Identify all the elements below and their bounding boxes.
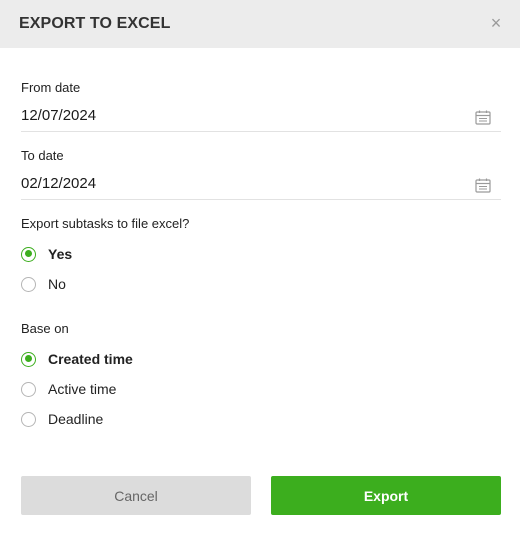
- radio-button[interactable]: [21, 411, 36, 427]
- radio-base-deadline[interactable]: Deadline: [21, 409, 103, 429]
- base-on-label: Base on: [21, 321, 69, 336]
- export-button[interactable]: Export: [271, 476, 501, 515]
- export-dialog: EXPORT TO EXCEL × From date 12/07/2024 T…: [0, 0, 520, 543]
- dialog-title: EXPORT TO EXCEL: [19, 15, 171, 32]
- from-date-field[interactable]: 12/07/2024: [21, 100, 501, 132]
- radio-base-active-time[interactable]: Active time: [21, 379, 116, 399]
- radio-label: Created time: [48, 351, 133, 367]
- radio-button[interactable]: [21, 381, 36, 397]
- radio-button[interactable]: [21, 351, 36, 367]
- radio-subtasks-no[interactable]: No: [21, 274, 66, 294]
- calendar-icon[interactable]: [475, 110, 491, 125]
- radio-label: Yes: [48, 246, 73, 262]
- dialog-header: EXPORT TO EXCEL ×: [0, 0, 520, 48]
- radio-label: Deadline: [48, 411, 104, 427]
- radio-label: No: [48, 276, 66, 292]
- to-date-field[interactable]: 02/12/2024: [21, 168, 501, 200]
- cancel-button[interactable]: Cancel: [21, 476, 251, 515]
- radio-button[interactable]: [21, 246, 36, 262]
- to-date-label: To date: [21, 148, 64, 163]
- from-date-value[interactable]: 12/07/2024: [21, 107, 96, 124]
- subtasks-question: Export subtasks to file excel?: [21, 216, 190, 231]
- from-date-label: From date: [21, 80, 81, 95]
- calendar-icon[interactable]: [475, 178, 491, 193]
- radio-button[interactable]: [21, 276, 36, 292]
- radio-subtasks-yes[interactable]: Yes: [21, 244, 72, 264]
- close-icon[interactable]: ×: [488, 13, 504, 33]
- radio-base-created-time[interactable]: Created time: [21, 349, 133, 369]
- to-date-value[interactable]: 02/12/2024: [21, 175, 96, 192]
- radio-label: Active time: [48, 381, 117, 397]
